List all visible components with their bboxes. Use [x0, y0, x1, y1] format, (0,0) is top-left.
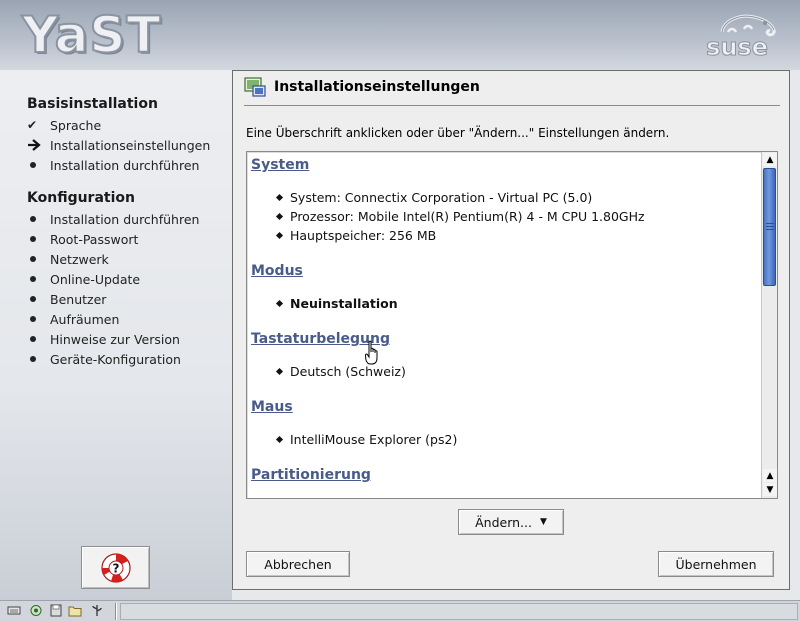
keyboard-icon[interactable] — [7, 604, 21, 617]
taskbar-divider — [115, 603, 117, 620]
scrollbar-thumb[interactable] — [763, 168, 776, 286]
step-label: Sprache — [50, 117, 102, 133]
lifebuoy-help-icon: ? — [100, 552, 131, 583]
step-label: Installationseinstellungen — [50, 137, 211, 153]
diamond-bullet-icon — [275, 435, 284, 444]
heading-system-link[interactable]: System — [251, 157, 309, 173]
svg-text:?: ? — [112, 561, 119, 575]
step-benutzer: Benutzer — [27, 289, 106, 309]
step-label: Installation durchführen — [50, 211, 200, 227]
step-label: Netzwerk — [50, 251, 109, 267]
usb-icon[interactable] — [90, 604, 104, 617]
bullet-icon — [30, 336, 36, 342]
arrow-right-icon — [27, 139, 50, 151]
checkmark-icon: ✔ — [27, 118, 38, 132]
scroll-up-button[interactable]: ▲ — [763, 153, 777, 166]
vertical-scrollbar[interactable]: ▲ ▲ ▼ — [761, 152, 777, 498]
step-label: Online-Update — [50, 271, 141, 287]
heading-maus-link[interactable]: Maus — [251, 399, 293, 415]
step-aufraeumen: Aufräumen — [27, 309, 119, 329]
step-sprache: ✔ Sprache — [27, 115, 101, 135]
step-geraete-konfiguration: Geräte-Konfiguration — [27, 349, 181, 369]
taskbar — [0, 600, 800, 621]
bullet-icon — [30, 276, 36, 282]
diamond-bullet-icon — [275, 299, 284, 308]
step-online-update: Online-Update — [27, 269, 140, 289]
dialog-hint: Eine Überschrift anklicken oder über "Än… — [246, 126, 670, 140]
step-installation-durchfuehren: Installation durchführen — [27, 155, 199, 175]
title-separator — [244, 105, 780, 106]
step-netzwerk: Netzwerk — [27, 249, 109, 269]
step-label: Benutzer — [50, 291, 107, 307]
step-label: Hinweise zur Version — [50, 331, 180, 347]
yast-logo: YaST — [21, 5, 162, 65]
bullet-icon — [30, 296, 36, 302]
heading-tastaturbelegung-link[interactable]: Tastaturbelegung — [251, 331, 390, 347]
header-banner: YaST suse — [0, 0, 800, 70]
aendern-label: Ändern... — [475, 514, 532, 530]
bullet-icon — [30, 316, 36, 322]
diamond-bullet-icon — [275, 367, 284, 376]
chevron-down-icon: ▼ — [539, 517, 547, 527]
settings-content: System System: Connectix Corporation - V… — [247, 152, 761, 498]
step-hinweise: Hinweise zur Version — [27, 329, 180, 349]
list-item: Deutsch (Schweiz) — [275, 364, 406, 379]
cancel-button[interactable]: Abbrechen — [246, 551, 350, 577]
network-icon[interactable] — [29, 604, 43, 617]
diamond-bullet-icon — [275, 231, 284, 240]
step-root-passwort: Root-Passwort — [27, 229, 138, 249]
bullet-icon — [30, 256, 36, 262]
scroll-up-button-bottom[interactable]: ▲ — [763, 469, 777, 482]
diamond-bullet-icon — [275, 212, 284, 221]
bullet-icon — [30, 162, 36, 168]
step-installationseinstellungen: Installationseinstellungen — [27, 135, 210, 155]
taskbar-tasks-area[interactable] — [120, 603, 798, 620]
section-konfiguration: Konfiguration — [27, 190, 135, 206]
bullet-icon — [30, 356, 36, 362]
section-basisinstallation: Basisinstallation — [27, 96, 158, 112]
computer-settings-icon — [244, 77, 266, 97]
bullet-icon — [30, 216, 36, 222]
list-item: Hauptspeicher: 256 MB — [275, 228, 436, 243]
diamond-bullet-icon — [275, 193, 284, 202]
list-item: System: Connectix Corporation - Virtual … — [275, 190, 592, 205]
bullet-icon — [30, 236, 36, 242]
floppy-disk-icon[interactable] — [49, 604, 63, 617]
help-button[interactable]: ? — [81, 546, 150, 589]
step-label: Geräte-Konfiguration — [50, 351, 181, 367]
step-config-installation: Installation durchführen — [27, 209, 199, 229]
list-item: Prozessor: Mobile Intel(R) Pentium(R) 4 … — [275, 209, 645, 224]
dialog-title: Installationseinstellungen — [274, 79, 480, 95]
heading-partitionierung-link[interactable]: Partitionierung — [251, 467, 371, 483]
list-item: IntelliMouse Explorer (ps2) — [275, 432, 457, 447]
installation-settings-dialog: Installationseinstellungen Eine Überschr… — [232, 70, 790, 590]
scroll-down-button[interactable]: ▼ — [763, 483, 777, 496]
step-label: Installation durchführen — [50, 157, 200, 173]
step-label: Root-Passwort — [50, 231, 139, 247]
heading-modus-link[interactable]: Modus — [251, 263, 303, 279]
step-label: Aufräumen — [50, 311, 120, 327]
folder-icon[interactable] — [68, 604, 82, 617]
settings-overview[interactable]: System System: Connectix Corporation - V… — [246, 151, 778, 499]
suse-logo-text: suse — [706, 33, 769, 62]
aendern-dropdown-button[interactable]: Ändern... ▼ — [458, 509, 564, 535]
list-item: Neuinstallation — [275, 296, 398, 311]
accept-button[interactable]: Übernehmen — [658, 551, 774, 577]
